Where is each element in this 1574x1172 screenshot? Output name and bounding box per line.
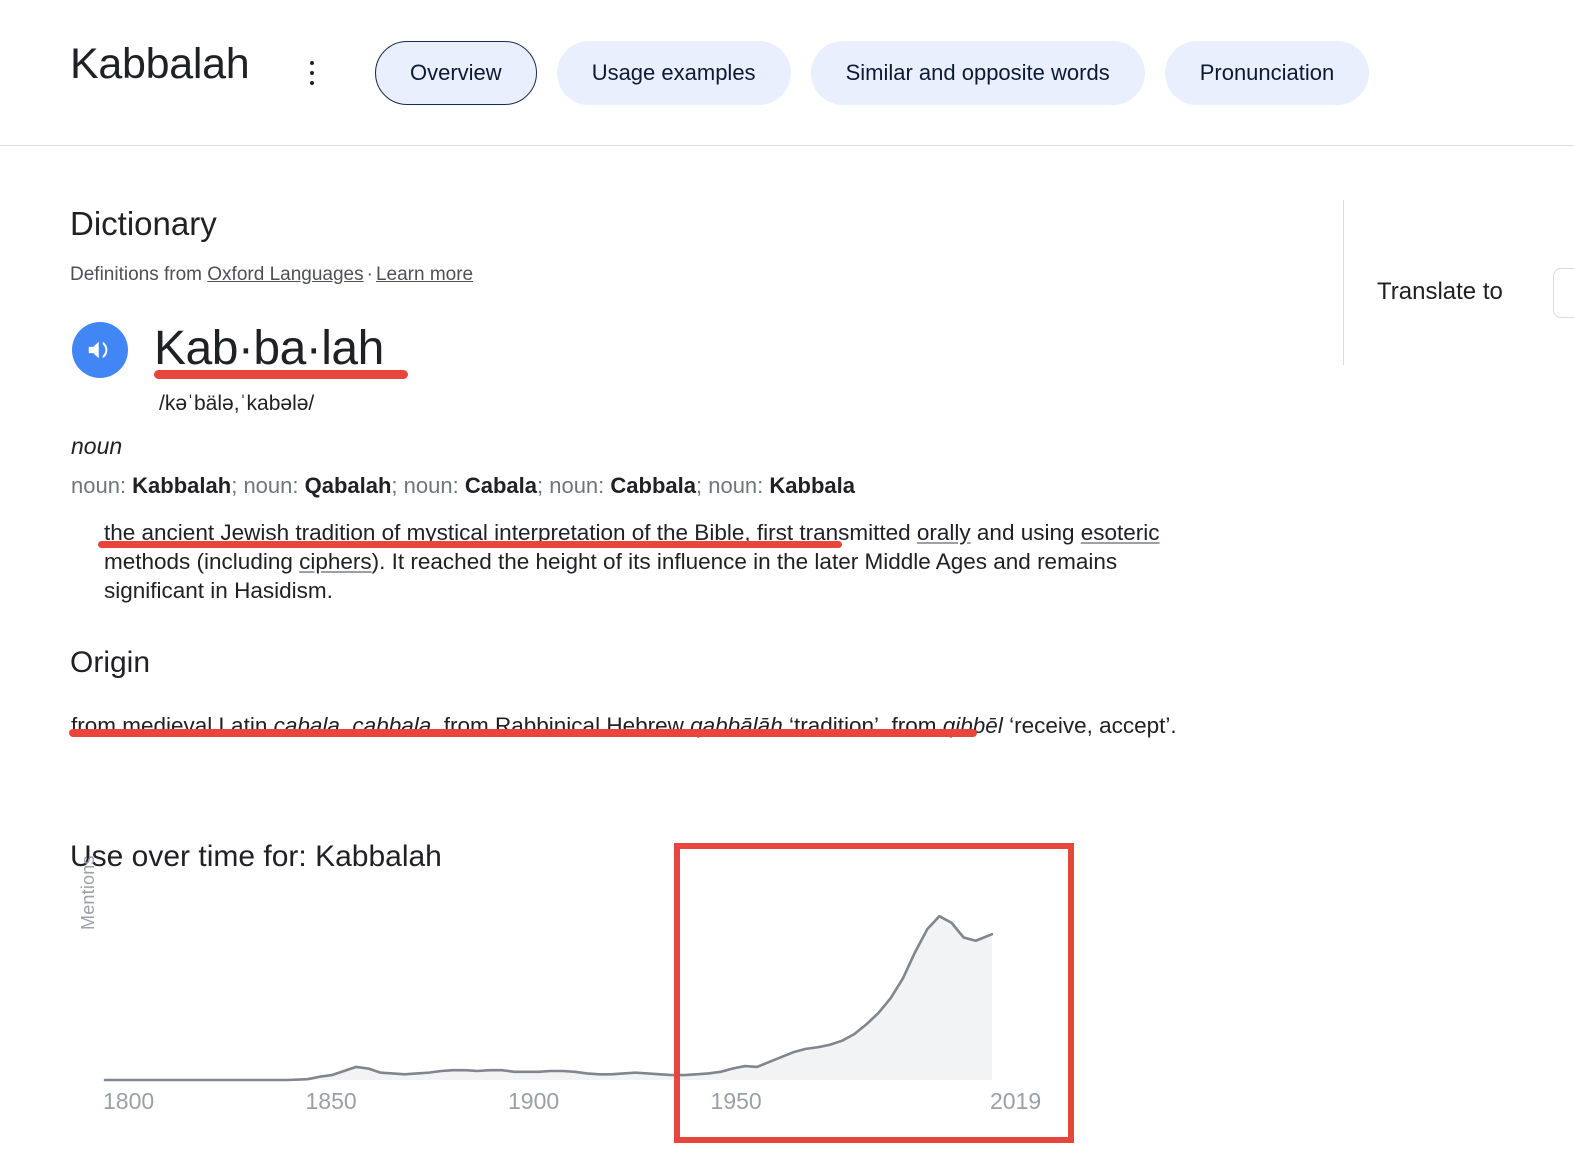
- variant-term: Cabala: [464, 473, 537, 498]
- definition-highlight-underline: [98, 541, 842, 548]
- variant-term: Kabbala: [769, 473, 855, 498]
- tab-similar-and-opposite-words[interactable]: Similar and opposite words: [810, 41, 1145, 105]
- tab-pronunciation[interactable]: Pronunciation: [1164, 41, 1370, 105]
- translate-language-select[interactable]: [1553, 268, 1574, 318]
- tab-bar: Overview Usage examples Similar and oppo…: [375, 41, 1370, 105]
- definition-segment: and using: [970, 520, 1081, 545]
- chart-x-tick: 1900: [508, 1088, 560, 1114]
- chart-x-tick: 1950: [710, 1088, 762, 1114]
- chart-area-fill: [105, 916, 992, 1080]
- origin-text: from medieval Latin cabala, cabbala, fro…: [71, 707, 1221, 744]
- variant-label: noun:: [243, 473, 305, 498]
- tab-overview[interactable]: Overview: [375, 41, 537, 105]
- tab-usage-examples[interactable]: Usage examples: [556, 41, 791, 105]
- variant-forms-list: noun: Kabbalah; noun: Qabalah; noun: Cab…: [71, 473, 855, 498]
- variant-term: Qabalah: [304, 473, 392, 498]
- origin-segment: ‘receive, accept’.: [1002, 713, 1177, 738]
- menu-dot: [310, 81, 314, 85]
- menu-dot: [310, 71, 314, 75]
- dictionary-heading: Dictionary: [70, 205, 217, 242]
- source-separator: ·: [366, 264, 373, 285]
- variant-label: noun:: [71, 473, 133, 498]
- part-of-speech-label: noun: [71, 433, 123, 459]
- source-prefix: Definitions from: [70, 264, 208, 285]
- chart-title: Use over time for: Kabbalah: [70, 840, 442, 873]
- page-header: Kabbalah Overview Usage examples Similar…: [0, 0, 1574, 146]
- phonetic-transcription: /kəˈbälə,ˈkabələ/: [159, 392, 315, 415]
- variant-term: Kabbalah: [132, 473, 232, 498]
- chart-x-tick: 1800: [103, 1088, 155, 1114]
- page-title: Kabbalah: [70, 40, 250, 88]
- definition-link-orally[interactable]: orally: [917, 520, 971, 545]
- variant-term: Cabbala: [610, 473, 696, 498]
- definition-text: the ancient Jewish tradition of mystical…: [104, 518, 1214, 605]
- variant-label: noun:: [708, 473, 770, 498]
- definition-segment: methods (including: [104, 549, 300, 574]
- panel-divider: [1343, 200, 1344, 365]
- origin-highlight-underline: [69, 729, 977, 737]
- variant-label: noun:: [549, 473, 611, 498]
- headword-highlight-underline: [154, 370, 408, 379]
- oxford-languages-link[interactable]: Oxford Languages: [207, 264, 363, 285]
- definition-link-esoteric[interactable]: esoteric: [1081, 520, 1160, 545]
- definition-link-ciphers[interactable]: ciphers: [299, 549, 372, 574]
- chart-x-tick: 2019: [990, 1088, 1042, 1114]
- volume-up-icon[interactable]: [72, 322, 128, 378]
- menu-dot: [310, 61, 314, 65]
- translate-to-label: Translate to: [1377, 278, 1503, 305]
- more-vert-icon[interactable]: [300, 58, 324, 88]
- dictionary-source: Definitions from Oxford Languages · Learn …: [70, 262, 473, 288]
- chart-x-tick: 1850: [305, 1088, 357, 1114]
- origin-heading: Origin: [70, 646, 151, 679]
- use-over-time-chart[interactable]: 1800 1850 1900 1950 2019: [70, 900, 1041, 1130]
- variant-label: noun:: [403, 473, 465, 498]
- learn-more-link[interactable]: Learn more: [376, 264, 473, 285]
